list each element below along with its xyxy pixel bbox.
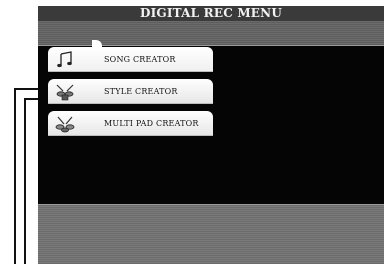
multi-pad-creator-label: MULTI PAD CREATOR [104, 119, 199, 128]
digital-rec-menu-screen: DIGITAL REC MENU SONG CREATOR STYLE CREA… [38, 6, 384, 264]
multi-pad-creator-tab[interactable]: MULTI PAD CREATOR [48, 111, 213, 136]
tab-notch [92, 40, 102, 48]
style-creator-label: STYLE CREATOR [104, 87, 178, 96]
window-title: DIGITAL REC MENU [38, 6, 384, 21]
divider-bottom [38, 204, 384, 205]
drum-kit-icon [54, 82, 76, 101]
music-note-icon [54, 50, 76, 69]
top-band [38, 21, 384, 45]
drum-pad-icon [54, 114, 76, 133]
song-creator-tab[interactable]: SONG CREATOR [48, 40, 213, 72]
bottom-band [38, 204, 384, 264]
callout-bracket-horizontal [14, 88, 40, 90]
callout-bracket-vertical-inner [24, 98, 26, 264]
callout-bracket-vertical-outer [14, 88, 16, 264]
song-creator-label: SONG CREATOR [104, 55, 176, 64]
divider-top [38, 45, 384, 46]
style-creator-tab[interactable]: STYLE CREATOR [48, 79, 213, 104]
